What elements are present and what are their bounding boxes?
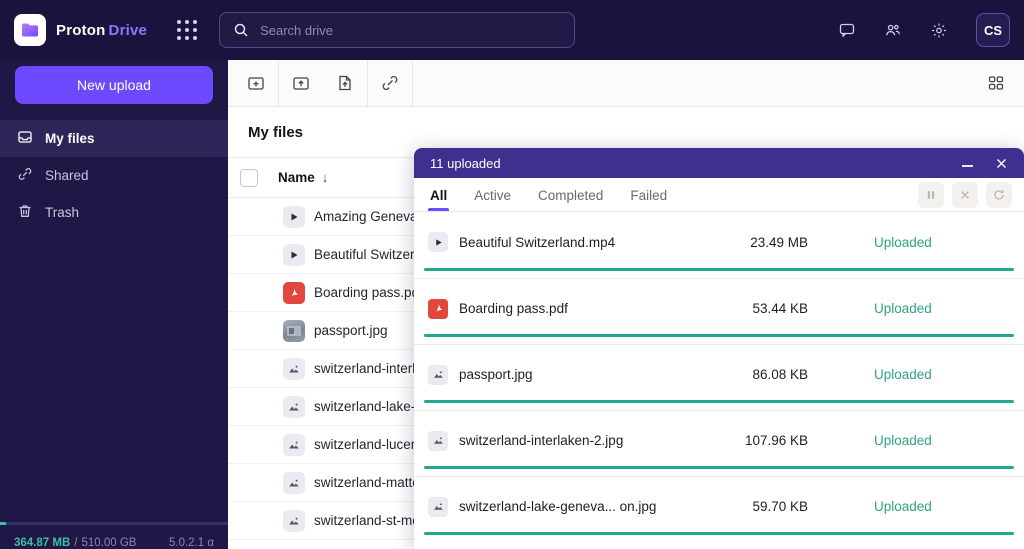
image-file-icon <box>283 433 305 456</box>
brand-text: Proton Drive <box>56 21 148 39</box>
transfer-file-size: 86.08 KB <box>752 367 808 382</box>
image-file-icon <box>283 395 305 418</box>
image-file-icon <box>428 364 448 385</box>
transfer-status: Uploaded <box>874 301 932 316</box>
upload-folder-icon[interactable] <box>279 60 323 107</box>
tab-completed[interactable]: Completed <box>538 188 603 211</box>
upload-file-icon[interactable] <box>323 60 367 107</box>
transfer-panel-title: 11 uploaded <box>430 155 501 171</box>
share-link-icon[interactable] <box>368 60 412 107</box>
inbox-icon <box>17 129 33 148</box>
image-file-icon <box>283 357 305 380</box>
storage-progress-bar <box>0 522 228 525</box>
transfer-file-name: switzerland-lake-geneva... on.jpg <box>459 499 657 514</box>
video-thumbnail-icon <box>428 232 448 252</box>
pause-all-icon[interactable] <box>918 181 944 208</box>
transfer-file-name: Beautiful Switzerland.mp4 <box>459 234 616 250</box>
video-thumbnail-icon <box>283 243 305 266</box>
drive-folder-logo-icon <box>14 14 46 46</box>
select-all-checkbox[interactable] <box>240 168 258 187</box>
transfer-status: Uploaded <box>874 234 932 250</box>
transfer-file-name: passport.jpg <box>459 367 533 382</box>
contacts-icon[interactable] <box>884 21 902 39</box>
trash-icon <box>17 203 33 222</box>
upload-progress-bar <box>424 400 1014 403</box>
new-folder-icon[interactable] <box>234 60 278 107</box>
app-switcher-icon[interactable] <box>177 20 198 40</box>
topbar: Proton Drive Search drive CS <box>0 0 1024 60</box>
app-version: 5.0.2.1 α <box>168 537 214 549</box>
transfer-row[interactable]: switzerland-interlaken-2.jpg 107.96 KB U… <box>414 410 1024 476</box>
search-input[interactable]: Search drive <box>219 12 576 48</box>
image-file-icon <box>428 496 448 517</box>
settings-icon[interactable] <box>930 21 948 39</box>
transfer-status: Uploaded <box>874 367 932 382</box>
transfer-manager-panel: 11 uploaded All Active Completed Failed <box>414 148 1024 549</box>
upload-progress-bar <box>424 334 1014 337</box>
tab-active[interactable]: Active <box>474 188 511 211</box>
transfer-tabs: All Active Completed Failed <box>414 178 1024 212</box>
column-header-name[interactable]: Name ↓ <box>278 170 328 185</box>
transfer-status: Uploaded <box>874 433 932 448</box>
file-name: passport.jpg <box>314 323 388 338</box>
video-thumbnail-icon <box>283 205 305 228</box>
sidebar-item-label: Trash <box>45 205 80 220</box>
sidebar-nav: My files Shared Trash <box>0 120 228 231</box>
storage-meter: 364.87 MB / 510.00 GB 5.0.2.1 α <box>0 522 228 549</box>
grid-view-icon[interactable] <box>974 60 1018 107</box>
sidebar-item-shared[interactable]: Shared <box>0 157 228 194</box>
image-file-icon <box>283 471 305 494</box>
minimize-icon[interactable] <box>960 156 974 170</box>
close-icon[interactable] <box>994 156 1008 170</box>
pdf-file-icon <box>283 281 305 304</box>
new-upload-button[interactable]: New upload <box>15 66 213 104</box>
file-toolbar <box>228 59 1024 107</box>
image-file-icon <box>428 430 448 451</box>
cancel-all-icon[interactable] <box>952 181 978 208</box>
topbar-actions: CS <box>838 13 1024 47</box>
transfer-panel-header[interactable]: 11 uploaded <box>414 148 1024 178</box>
transfer-file-size: 107.96 KB <box>744 433 808 448</box>
search-icon <box>232 21 250 39</box>
transfer-list: Beautiful Switzerland.mp4 23.49 MB Uploa… <box>414 212 1024 542</box>
tab-failed[interactable]: Failed <box>630 188 667 211</box>
transfer-file-size: 59.70 KB <box>752 499 808 514</box>
transfer-row[interactable]: Beautiful Switzerland.mp4 23.49 MB Uploa… <box>414 212 1024 278</box>
transfer-file-size: 23.49 MB <box>750 234 808 250</box>
proton-drive-app: Proton Drive Search drive CS New upload … <box>0 0 1024 549</box>
transfer-row[interactable]: passport.jpg 86.08 KB Uploaded <box>414 344 1024 410</box>
feedback-icon[interactable] <box>838 21 856 39</box>
upload-progress-bar <box>424 268 1014 271</box>
storage-separator: / <box>74 537 78 549</box>
transfer-file-size: 53.44 KB <box>752 301 808 316</box>
storage-total: 510.00 GB <box>81 537 137 549</box>
transfer-file-name: Boarding pass.pdf <box>459 301 568 316</box>
photo-thumbnail-icon <box>283 319 305 342</box>
sort-descending-icon: ↓ <box>321 170 329 185</box>
image-file-icon <box>283 509 305 532</box>
sidebar-item-trash[interactable]: Trash <box>0 194 228 231</box>
transfer-status: Uploaded <box>874 499 932 514</box>
transfer-row[interactable]: Boarding pass.pdf 53.44 KB Uploaded <box>414 278 1024 344</box>
upload-progress-bar <box>424 466 1014 469</box>
link-icon <box>17 166 33 185</box>
proton-drive-logo[interactable]: Proton Drive <box>0 14 147 46</box>
sidebar: New upload My files Shared Trash 364.87 … <box>0 60 228 549</box>
transfer-row[interactable]: switzerland-lake-geneva... on.jpg 59.70 … <box>414 476 1024 542</box>
upload-progress-bar <box>424 532 1014 535</box>
storage-used: 364.87 MB <box>14 537 71 549</box>
sidebar-item-my-files[interactable]: My files <box>0 120 228 157</box>
transfer-file-name: switzerland-interlaken-2.jpg <box>459 433 624 448</box>
pdf-file-icon <box>428 298 448 319</box>
restart-icon[interactable] <box>986 181 1012 208</box>
tab-all[interactable]: All <box>427 188 450 211</box>
search-placeholder: Search drive <box>260 22 334 38</box>
file-name: Boarding pass.pdf <box>314 285 423 300</box>
sidebar-item-label: Shared <box>45 168 89 183</box>
sidebar-item-label: My files <box>45 131 95 146</box>
avatar[interactable]: CS <box>976 13 1010 47</box>
